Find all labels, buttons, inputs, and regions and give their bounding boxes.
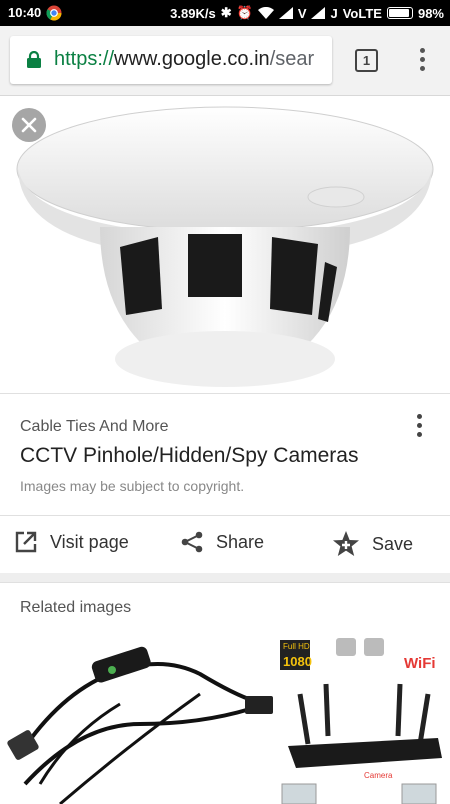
bluetooth-icon: ✱: [220, 5, 232, 20]
share-button[interactable]: Share: [180, 530, 264, 554]
status-bar: 10:40 3.89K/s ✱ ⏰ V J VoLTE 98%: [0, 0, 450, 26]
action-bar: Visit page Share Save: [0, 515, 450, 573]
close-icon: [21, 117, 37, 133]
tab-switcher-button[interactable]: 1: [355, 49, 378, 72]
network-speed: 3.89K/s: [170, 5, 216, 21]
wifi-icon: [257, 7, 274, 19]
result-title[interactable]: CCTV Pinhole/Hidden/Spy Cameras: [20, 444, 358, 468]
related-image-cable-camera[interactable]: [0, 634, 278, 804]
result-info: Cable Ties And More CCTV Pinhole/Hidden/…: [0, 393, 450, 515]
save-label: Save: [372, 533, 414, 554]
carrier-1: V: [297, 5, 307, 21]
visit-page-label: Visit page: [50, 531, 129, 552]
wifi-label: WiFi: [404, 655, 436, 672]
more-options-button[interactable]: [412, 414, 426, 444]
lock-icon: [27, 51, 41, 68]
source-name[interactable]: Cable Ties And More: [20, 418, 169, 436]
related-images-section: Related images Full HD 1080 WiFi Camera: [0, 584, 450, 804]
browser-toolbar: https://www.google.co.in/sear 1: [0, 26, 450, 96]
section-divider: [0, 573, 450, 583]
chrome-icon: [46, 5, 62, 21]
copyright-notice: Images may be subject to copyright.: [20, 478, 245, 494]
status-time: 10:40: [8, 5, 42, 20]
share-label: Share: [216, 531, 265, 552]
url-scheme: https://: [54, 48, 115, 70]
signal-icon-2: [311, 7, 326, 19]
url-host: www.google.co.in: [114, 48, 270, 70]
url-bar[interactable]: https://www.google.co.in/sear: [10, 36, 332, 84]
camera-illustration: [16, 106, 434, 387]
carrier-2: J: [330, 5, 338, 21]
related-images-heading: Related images: [20, 599, 132, 616]
signal-icon: [278, 7, 293, 19]
share-icon: [181, 531, 203, 553]
router-illustration: Full HD 1080 WiFi Camera: [280, 638, 442, 804]
alarm-icon: ⏰: [236, 5, 253, 20]
save-button[interactable]: Save: [332, 530, 413, 558]
full-hd-badge: Full HD: [283, 642, 310, 651]
url-text: https://www.google.co.in/sear: [54, 48, 314, 71]
browser-menu-button[interactable]: [410, 48, 434, 74]
camera-label: Camera: [364, 771, 393, 780]
star-add-icon: [333, 531, 359, 556]
cable-camera-illustration: [7, 646, 273, 804]
url-path: /sear: [269, 48, 315, 70]
resolution-badge: 1080: [283, 654, 312, 669]
battery-icon: [386, 7, 413, 19]
status-right: 3.89K/s ✱ ⏰ V J VoLTE 98%: [170, 5, 444, 21]
open-external-icon: [15, 531, 37, 553]
related-image-router[interactable]: Full HD 1080 WiFi Camera: [278, 634, 450, 804]
network-type: VoLTE: [342, 5, 382, 21]
visit-page-button[interactable]: Visit page: [14, 530, 129, 554]
result-image[interactable]: [0, 97, 450, 393]
battery-level: 98%: [417, 5, 444, 21]
close-button[interactable]: [12, 108, 46, 142]
